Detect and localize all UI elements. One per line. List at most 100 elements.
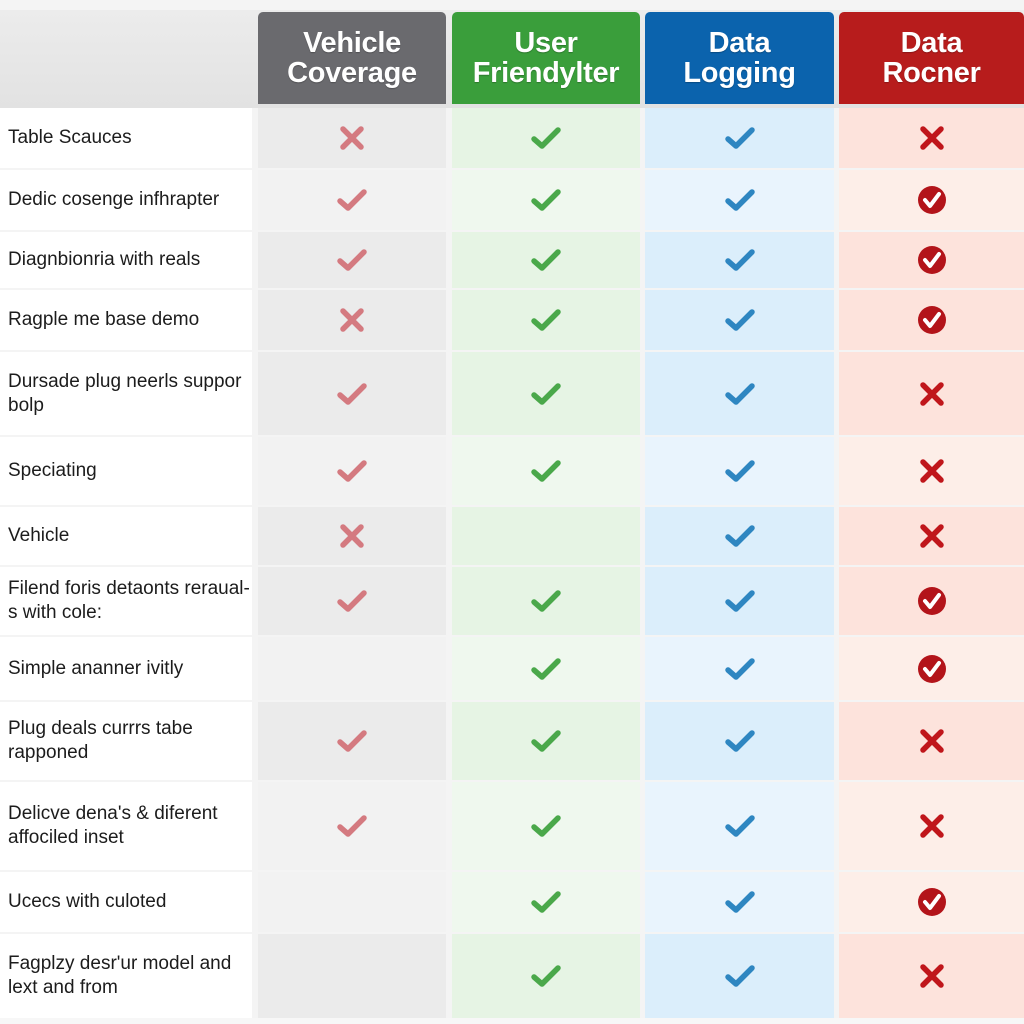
column-header-line1: Data — [708, 27, 771, 59]
cell-vehicle-coverage — [258, 934, 446, 1018]
check-icon — [724, 459, 755, 483]
cross-icon — [339, 125, 365, 151]
cell-data-logging — [645, 507, 834, 565]
check-icon — [724, 890, 755, 914]
check-icon — [337, 814, 367, 838]
bottom-band — [0, 1018, 1024, 1024]
cell-data-logging — [645, 108, 834, 168]
column-header-line2: Logging — [683, 57, 796, 89]
cell-vehicle-coverage — [258, 507, 446, 565]
check-icon — [531, 308, 561, 332]
cell-data-rocner — [839, 170, 1024, 230]
check-icon — [531, 382, 561, 406]
circle-check-icon — [917, 887, 947, 917]
row-label: Fagplzy desr'ur model and lext and from — [0, 934, 252, 1018]
cell-user-friendly — [452, 782, 640, 870]
check-icon — [724, 814, 755, 838]
cell-data-logging — [645, 567, 834, 635]
row-label: Vehicle — [0, 507, 252, 565]
circle-check-icon — [917, 185, 947, 215]
check-icon — [531, 814, 561, 838]
cell-data-logging — [645, 352, 834, 435]
cell-data-logging — [645, 702, 834, 780]
row-label: Table Scauces — [0, 108, 252, 168]
check-icon — [531, 964, 561, 988]
check-icon — [531, 459, 561, 483]
cell-data-rocner — [839, 782, 1024, 870]
table-row: Dursade plug neerls suppor bolp — [0, 352, 1024, 435]
table-row: Fagplzy desr'ur model and lext and from — [0, 934, 1024, 1018]
table-row: Ucecs with culoted — [0, 872, 1024, 932]
cross-icon — [919, 728, 945, 754]
cell-data-rocner — [839, 437, 1024, 505]
cell-data-rocner — [839, 567, 1024, 635]
cell-data-logging — [645, 170, 834, 230]
cell-user-friendly — [452, 108, 640, 168]
cell-user-friendly — [452, 437, 640, 505]
cross-icon — [919, 458, 945, 484]
column-header-user-friendly: User Friendylter — [452, 12, 640, 104]
cell-user-friendly — [452, 232, 640, 288]
cell-user-friendly — [452, 170, 640, 230]
cross-icon — [919, 523, 945, 549]
cell-vehicle-coverage — [258, 702, 446, 780]
cell-user-friendly — [452, 352, 640, 435]
cell-data-rocner — [839, 352, 1024, 435]
cell-data-logging — [645, 637, 834, 700]
cross-icon — [339, 523, 365, 549]
check-icon — [531, 188, 561, 212]
check-icon — [724, 188, 755, 212]
table-row: Delicve dena's & diferent affociled inse… — [0, 782, 1024, 870]
table-row: Plug deals currrs tabe rapponed — [0, 702, 1024, 780]
cell-vehicle-coverage — [258, 352, 446, 435]
cell-data-rocner — [839, 872, 1024, 932]
cell-data-logging — [645, 290, 834, 350]
check-icon — [531, 589, 561, 613]
row-label: Filend foris detaonts reraual­s with col… — [0, 567, 252, 635]
cell-data-rocner — [839, 232, 1024, 288]
check-icon — [531, 729, 561, 753]
cell-data-logging — [645, 232, 834, 288]
table-row: Vehicle — [0, 507, 1024, 565]
cell-data-logging — [645, 934, 834, 1018]
table-row: Speciating — [0, 437, 1024, 505]
table-row: Dedic cosenge infhrapter — [0, 170, 1024, 230]
table-row: Filend foris detaonts reraual­s with col… — [0, 567, 1024, 635]
column-header-line1: Vehicle — [303, 27, 401, 59]
cross-icon — [339, 307, 365, 333]
cell-user-friendly — [452, 290, 640, 350]
check-icon — [724, 964, 755, 988]
table-row: Table Scauces — [0, 108, 1024, 168]
check-icon — [724, 248, 755, 272]
check-icon — [531, 126, 561, 150]
cell-user-friendly — [452, 702, 640, 780]
cell-data-rocner — [839, 108, 1024, 168]
cross-icon — [919, 963, 945, 989]
check-icon — [531, 890, 561, 914]
cell-vehicle-coverage — [258, 290, 446, 350]
cell-data-rocner — [839, 702, 1024, 780]
cell-vehicle-coverage — [258, 108, 446, 168]
column-header-line2: Rocner — [882, 57, 981, 89]
table-row: Ragple me base demo — [0, 290, 1024, 350]
column-header-data-rocner: Data Rocner — [839, 12, 1024, 104]
row-label: Plug deals currrs tabe rapponed — [0, 702, 252, 780]
circle-check-icon — [917, 305, 947, 335]
cell-vehicle-coverage — [258, 567, 446, 635]
check-icon — [337, 589, 367, 613]
column-header-line1: Data — [900, 27, 963, 59]
cell-data-rocner — [839, 290, 1024, 350]
cell-user-friendly — [452, 934, 640, 1018]
cross-icon — [919, 813, 945, 839]
cell-data-logging — [645, 437, 834, 505]
cell-vehicle-coverage — [258, 232, 446, 288]
row-label: Diagnbionria with reals — [0, 232, 252, 288]
row-label: Ragple me base demo — [0, 290, 252, 350]
row-label: Speciating — [0, 437, 252, 505]
cell-data-logging — [645, 782, 834, 870]
row-label: Dursade plug neerls suppor bolp — [0, 352, 252, 435]
column-header-line2: Friendylter — [472, 57, 620, 89]
check-icon — [531, 248, 561, 272]
cell-user-friendly — [452, 872, 640, 932]
column-header-data-logging: Data Logging — [645, 12, 834, 104]
